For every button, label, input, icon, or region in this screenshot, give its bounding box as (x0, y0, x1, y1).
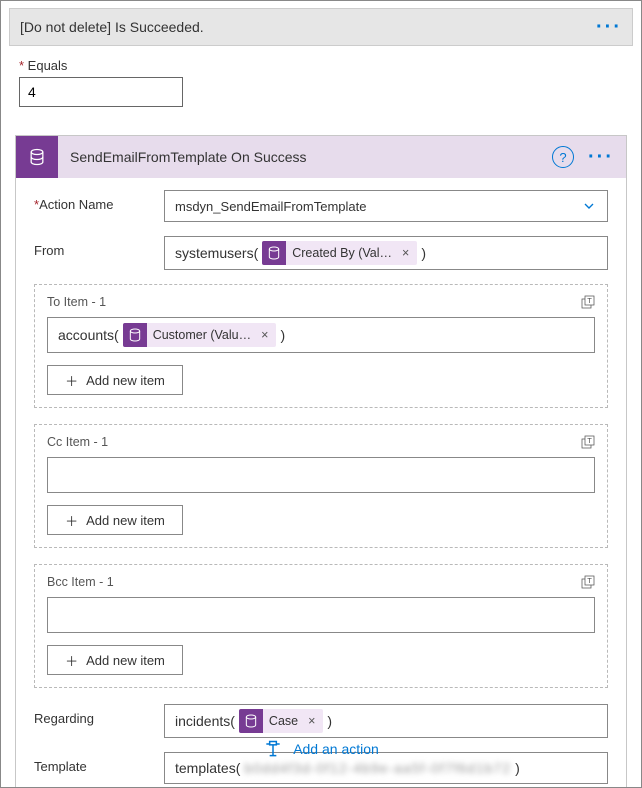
condition-menu-button[interactable]: ··· (596, 16, 622, 39)
action-name-label: *Action Name (34, 190, 164, 212)
action-name-select[interactable]: msdyn_SendEmailFromTemplate (164, 190, 608, 222)
bcc-item-group: Bcc Item - 1 T ＋Add new item (34, 564, 608, 688)
dataverse-icon (262, 241, 286, 265)
bcc-item-input[interactable] (47, 597, 595, 633)
help-icon[interactable]: ? (552, 146, 574, 168)
to-item-group: To Item - 1 T accounts( Customer (Valu… … (34, 284, 608, 408)
from-input[interactable]: systemusers( Created By (Val… × ) (164, 236, 608, 270)
remove-token-icon[interactable]: × (398, 246, 409, 260)
equals-label: * Equals (19, 58, 627, 73)
condition-header[interactable]: [Do not delete] Is Succeeded. ··· (9, 8, 633, 46)
svg-text:T: T (587, 576, 592, 585)
add-action-icon (263, 739, 283, 759)
to-token[interactable]: Customer (Valu… × (123, 323, 277, 347)
template-guid-blurred: b0dd4f3d-0f12-4b9e-aa5f-0f7f6d1b72 (244, 760, 511, 776)
add-to-item-button[interactable]: ＋Add new item (47, 365, 183, 395)
regarding-label: Regarding (34, 704, 164, 726)
to-item-input[interactable]: accounts( Customer (Valu… × ) (47, 317, 595, 353)
svg-text:T: T (587, 296, 592, 305)
action-card: SendEmailFromTemplate On Success ? ··· *… (15, 135, 627, 788)
action-name-row: *Action Name msdyn_SendEmailFromTemplate (34, 190, 608, 222)
action-title: SendEmailFromTemplate On Success (58, 149, 552, 165)
from-label: From (34, 236, 164, 258)
dataverse-icon (16, 136, 58, 178)
chevron-down-icon (581, 198, 597, 214)
add-bcc-item-button[interactable]: ＋Add new item (47, 645, 183, 675)
action-card-header[interactable]: SendEmailFromTemplate On Success ? ··· (16, 136, 626, 178)
add-action-button[interactable]: Add an action (1, 739, 641, 759)
array-toggle-icon[interactable]: T (579, 433, 597, 451)
designer-canvas: [Do not delete] Is Succeeded. ··· * Equa… (0, 0, 642, 788)
from-token[interactable]: Created By (Val… × (262, 241, 417, 265)
svg-text:T: T (587, 436, 592, 445)
cc-item-group: Cc Item - 1 T ＋Add new item (34, 424, 608, 548)
cc-item-label: Cc Item - 1 (47, 435, 595, 449)
dataverse-icon (239, 709, 263, 733)
equals-section: * Equals (19, 58, 627, 107)
array-toggle-icon[interactable]: T (579, 293, 597, 311)
plus-icon: ＋ (65, 511, 78, 530)
condition-title: [Do not delete] Is Succeeded. (20, 19, 204, 35)
remove-token-icon[interactable]: × (257, 328, 268, 342)
to-item-label: To Item - 1 (47, 295, 595, 309)
regarding-row: Regarding incidents( Case × ) (34, 704, 608, 738)
action-body: *Action Name msdyn_SendEmailFromTemplate… (16, 178, 626, 788)
add-cc-item-button[interactable]: ＋Add new item (47, 505, 183, 535)
regarding-token[interactable]: Case × (239, 709, 324, 733)
action-menu-button[interactable]: ··· (588, 146, 614, 169)
cc-item-input[interactable] (47, 457, 595, 493)
dataverse-icon (123, 323, 147, 347)
from-row: From systemusers( Created By (Val… × ) (34, 236, 608, 270)
array-toggle-icon[interactable]: T (579, 573, 597, 591)
equals-input[interactable] (19, 77, 183, 107)
action-name-value: msdyn_SendEmailFromTemplate (175, 199, 366, 214)
regarding-input[interactable]: incidents( Case × ) (164, 704, 608, 738)
plus-icon: ＋ (65, 371, 78, 390)
plus-icon: ＋ (65, 651, 78, 670)
bcc-item-label: Bcc Item - 1 (47, 575, 595, 589)
remove-token-icon[interactable]: × (304, 714, 315, 728)
